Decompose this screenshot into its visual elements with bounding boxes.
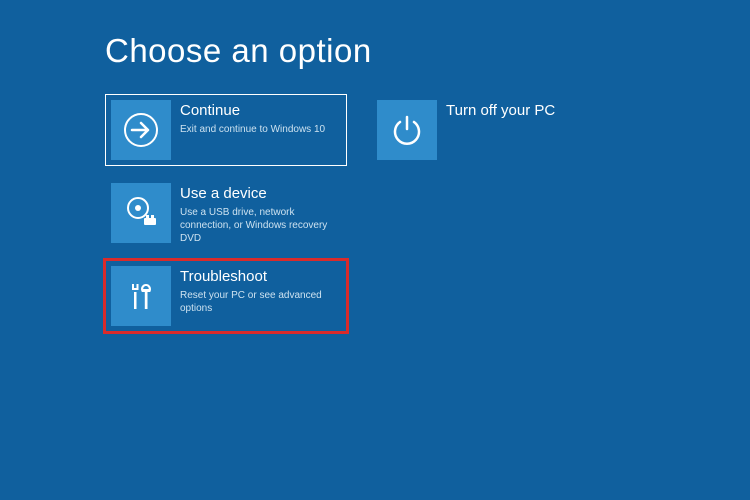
usedevice-button[interactable]: Use a device Use a USB drive, network co… [105, 177, 347, 249]
turnoff-button[interactable]: Turn off your PC [371, 94, 613, 166]
continue-text: Continue Exit and continue to Windows 10 [176, 95, 346, 136]
troubleshoot-desc: Reset your PC or see advanced options [180, 289, 340, 315]
continue-button[interactable]: Continue Exit and continue to Windows 10 [105, 94, 347, 166]
power-icon [377, 100, 437, 160]
options-grid: Continue Exit and continue to Windows 10… [105, 94, 750, 332]
options-row-2: Use a device Use a USB drive, network co… [105, 177, 750, 249]
usedevice-text: Use a device Use a USB drive, network co… [176, 178, 346, 245]
usedevice-title: Use a device [180, 184, 340, 204]
continue-desc: Exit and continue to Windows 10 [180, 123, 340, 136]
turnoff-title: Turn off your PC [446, 101, 606, 121]
options-row-3: Troubleshoot Reset your PC or see advanc… [105, 260, 750, 332]
device-icon [111, 183, 171, 243]
options-row-1: Continue Exit and continue to Windows 10… [105, 94, 750, 166]
tools-icon [111, 266, 171, 326]
turnoff-text: Turn off your PC [442, 95, 612, 123]
usedevice-desc: Use a USB drive, network connection, or … [180, 206, 340, 245]
troubleshoot-title: Troubleshoot [180, 267, 340, 287]
page-title: Choose an option [105, 32, 750, 70]
continue-title: Continue [180, 101, 340, 121]
troubleshoot-button[interactable]: Troubleshoot Reset your PC or see advanc… [105, 260, 347, 332]
troubleshoot-text: Troubleshoot Reset your PC or see advanc… [176, 261, 346, 315]
arrow-right-icon [111, 100, 171, 160]
